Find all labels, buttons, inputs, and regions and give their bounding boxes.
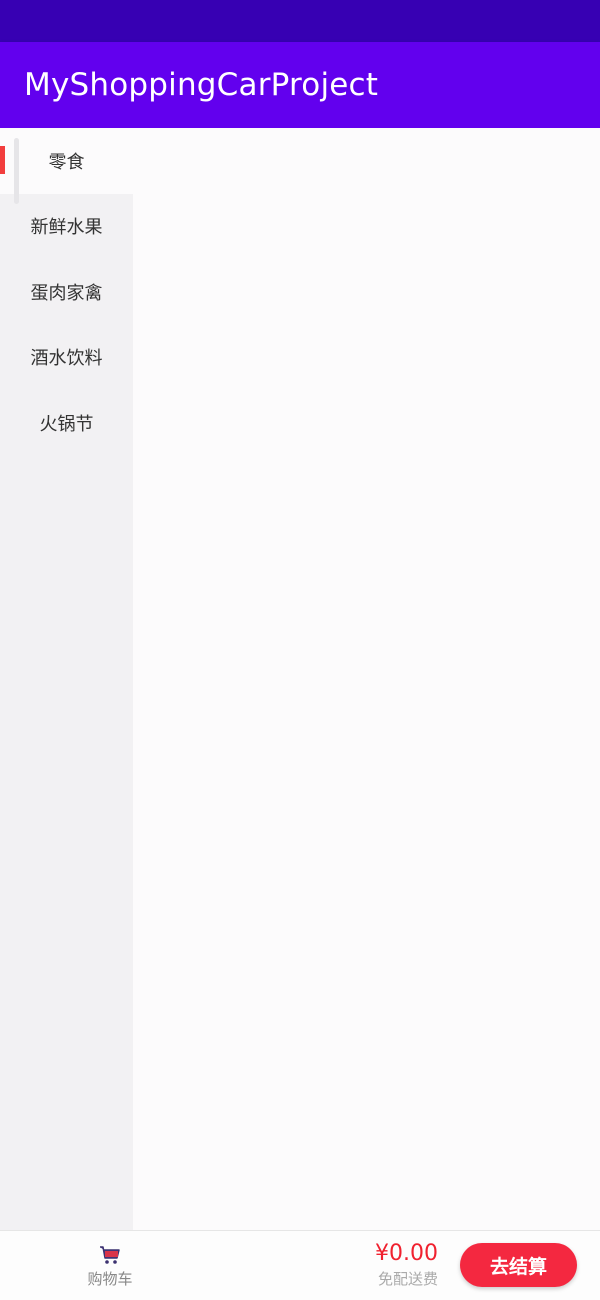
sidebar-scrollbar[interactable] <box>14 138 19 204</box>
sidebar-item-eggs-meat-poultry[interactable]: 蛋肉家禽 <box>0 259 133 325</box>
cart-label: 购物车 <box>87 1270 133 1288</box>
cart-button[interactable]: 购物车 <box>70 1245 150 1289</box>
selected-indicator <box>0 146 5 174</box>
total-price: ¥0.00 <box>375 1241 438 1266</box>
status-bar <box>0 0 600 42</box>
sidebar-item-label: 蛋肉家禽 <box>30 282 103 304</box>
sidebar-item-label: 新鲜水果 <box>30 217 103 239</box>
cart-bottom-bar: 购物车 ¥0.00 免配送费 去结算 <box>0 1230 600 1300</box>
sidebar-item-drinks[interactable]: 酒水饮料 <box>0 325 133 391</box>
sidebar-item-fresh-fruit[interactable]: 新鲜水果 <box>0 194 133 260</box>
sidebar-item-label: 零食 <box>48 151 85 173</box>
product-list-area <box>133 128 600 1230</box>
app-title: MyShoppingCarProject <box>24 67 379 103</box>
shopping-cart-icon <box>100 1246 120 1264</box>
sidebar-item-snacks[interactable]: 零食 <box>0 128 133 194</box>
delivery-fee-note: 免配送费 <box>377 1270 438 1288</box>
sidebar-item-hotpot-festival[interactable]: 火锅节 <box>0 390 133 456</box>
category-sidebar: 零食 新鲜水果 蛋肉家禽 酒水饮料 火锅节 <box>0 128 133 1230</box>
sidebar-item-label: 酒水饮料 <box>30 348 103 370</box>
checkout-button[interactable]: 去结算 <box>460 1243 577 1287</box>
price-summary: ¥0.00 免配送费 <box>375 1241 438 1289</box>
app-bar: MyShoppingCarProject <box>0 42 600 128</box>
sidebar-item-label: 火锅节 <box>39 413 94 435</box>
